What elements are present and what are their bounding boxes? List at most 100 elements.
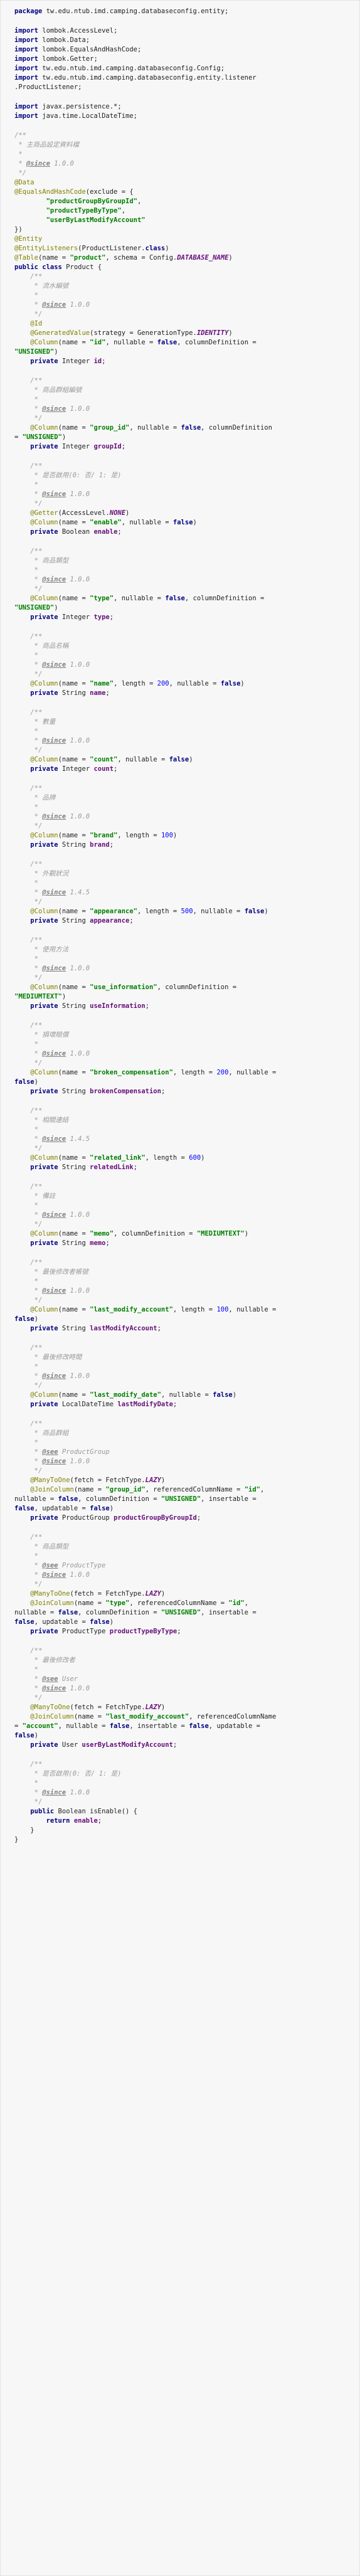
code-token: , length = <box>117 832 161 839</box>
code-line: = "UNSIGNED") <box>14 433 353 442</box>
code-token: public <box>30 1808 55 1815</box>
code-token: @Column <box>30 595 58 602</box>
code-token: @Column <box>30 1306 58 1313</box>
code-token: isEnable() { <box>90 1808 137 1815</box>
code-line: */ <box>14 746 353 755</box>
code-token: * <box>30 1789 43 1796</box>
code-token: @Column <box>30 424 58 432</box>
code-token: (ProductListener. <box>78 245 146 252</box>
code-token: public class <box>14 263 62 271</box>
code-line: * 品牌 <box>14 793 353 803</box>
code-line: * 最後修改時間 <box>14 1353 353 1362</box>
code-token: * <box>30 1439 38 1446</box>
code-token: , columnDefinition = <box>78 1609 161 1616</box>
code-token: * <box>30 965 43 972</box>
code-line: * <box>14 1779 353 1788</box>
code-token: enable <box>93 528 118 536</box>
code-token: @Column <box>30 680 58 687</box>
code-token: @Getter <box>30 509 58 517</box>
code-token: , length = <box>172 1069 217 1076</box>
code-token: 1.0.0 <box>66 1372 90 1380</box>
code-token: ) <box>232 1391 237 1399</box>
code-token: lombok.Data; <box>38 36 90 44</box>
code-token: */ <box>30 822 43 830</box>
code-token: 1.0.0 <box>66 661 90 669</box>
code-line: * <box>14 291 353 300</box>
code-line: private String lastModifyAccount; <box>14 1324 353 1333</box>
code-token: * <box>30 1685 43 1692</box>
code-token: /** <box>30 633 43 640</box>
code-token: 1.4.5 <box>66 1135 90 1143</box>
code-token: "use_information" <box>90 983 157 991</box>
code-token: User <box>58 1675 78 1683</box>
code-token: Product { <box>61 263 102 271</box>
code-token: false <box>172 519 193 526</box>
code-token: @Column <box>30 908 58 915</box>
code-token: false <box>244 908 265 915</box>
code-line: * <box>14 1362 353 1372</box>
code-line: * <box>14 955 353 964</box>
code-token: lombok.Getter; <box>38 55 98 63</box>
code-line: * 商品類型 <box>14 556 353 566</box>
code-line: import lombok.Data; <box>14 36 353 45</box>
code-token: /** <box>30 462 43 470</box>
code-line: false) <box>14 1315 353 1324</box>
code-token: private <box>30 1514 58 1522</box>
code-token: lombok.EqualsAndHashCode; <box>38 46 142 53</box>
code-token: (AccessLevel. <box>58 509 110 517</box>
code-line: /** <box>14 272 353 282</box>
code-token: 1.0.0 <box>66 405 90 413</box>
code-token: ; <box>109 613 114 621</box>
code-token: * <box>30 1287 43 1295</box>
code-token: ) <box>244 1230 249 1238</box>
code-token: @JoinColumn <box>30 1599 74 1607</box>
code-token: ; <box>133 1163 138 1171</box>
code-token: @JoinColumn <box>30 1713 74 1720</box>
code-token: "last_modify_account" <box>105 1713 189 1720</box>
code-token: /** <box>30 709 43 716</box>
code-token: @Column <box>30 1154 58 1162</box>
code-line: @Column(name = "related_link", length = … <box>14 1153 353 1163</box>
code-token: nullable = <box>14 1495 58 1503</box>
code-line: * 商品群組 <box>14 1429 353 1438</box>
code-line: @Column(name = "name", length = 200, nul… <box>14 679 353 689</box>
code-line: false) <box>14 1731 353 1741</box>
code-token: @since <box>42 1372 66 1380</box>
code-token: private <box>30 1325 58 1332</box>
code-line: */ <box>14 499 353 509</box>
code-token: "memo" <box>90 1230 114 1238</box>
code-token: /** <box>30 1344 43 1352</box>
code-token: 1.0.0 <box>66 965 90 972</box>
code-token: * 相關連結 <box>30 1116 69 1124</box>
code-token: * 品牌 <box>30 794 56 802</box>
code-line: "productTypeByType", <box>14 206 353 216</box>
code-line: @Entity <box>14 235 353 244</box>
code-token: "UNSIGNED" <box>14 348 55 356</box>
code-line: */ <box>14 973 353 983</box>
code-line: nullable = false, columnDefinition = "UN… <box>14 1495 353 1504</box>
code-line: private Boolean enable; <box>14 527 353 537</box>
code-token: false <box>14 1732 34 1739</box>
code-token: import <box>14 112 38 120</box>
code-line: * 外觀狀況 <box>14 869 353 879</box>
code-line: * @since 1.0.0 <box>14 405 353 414</box>
